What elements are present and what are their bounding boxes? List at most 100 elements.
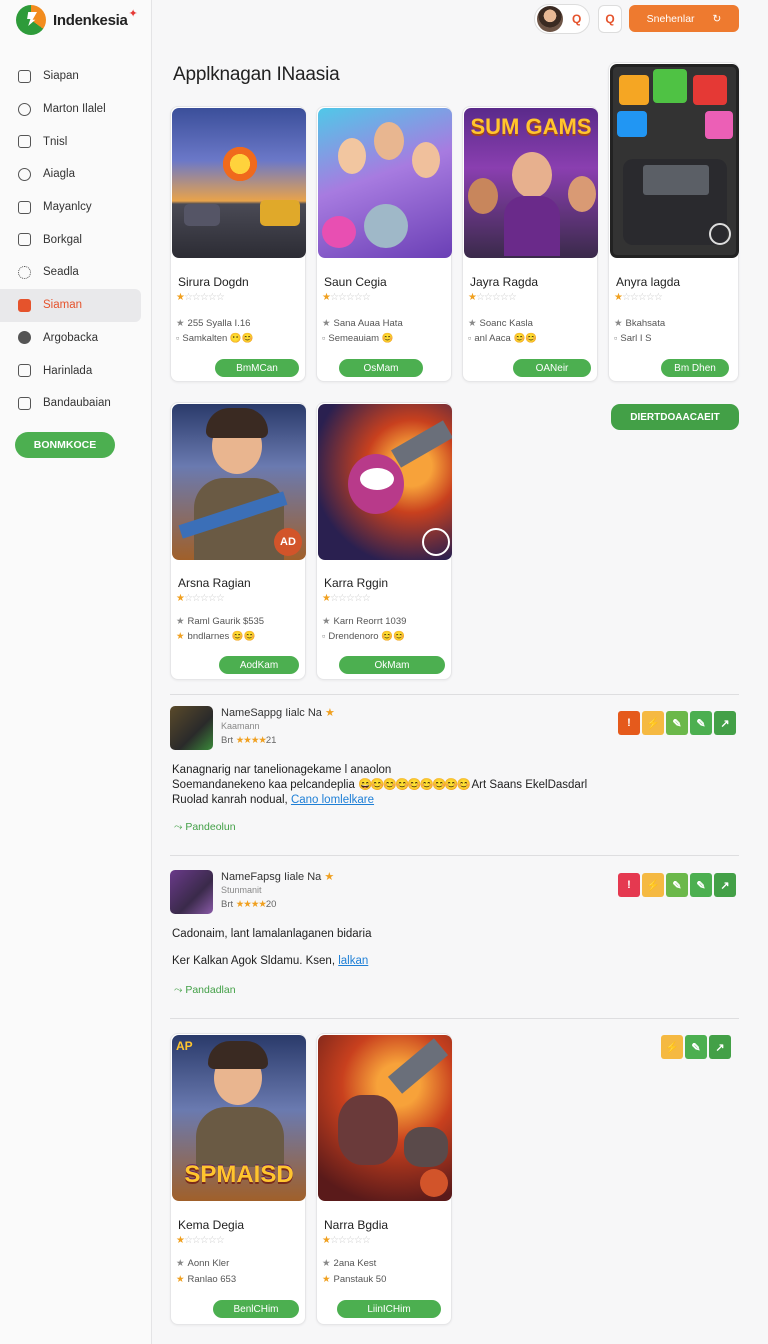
review-text: Soemandanekeno kaa pelcandeplia 😄😊😊😊😊😊😊😊… bbox=[172, 779, 588, 791]
app-thumbnail bbox=[318, 1035, 452, 1201]
reviewer-avatar bbox=[170, 706, 213, 750]
sidebar-item-harinlada[interactable]: Harinlada bbox=[0, 354, 152, 387]
edit-icon[interactable]: ✎ bbox=[685, 1035, 707, 1059]
reviewer-subtitle: Kaamann bbox=[221, 721, 260, 731]
app-badge: AD bbox=[274, 528, 302, 556]
app-meta: ★ Sana Auaa Hata bbox=[322, 318, 403, 329]
sidebar-item-tnisl[interactable]: Tnisl bbox=[0, 125, 152, 158]
app-meta: ★ Karn Reorrt 1039 bbox=[322, 616, 407, 627]
app-meta: ★ Panstauk 50 bbox=[322, 1274, 387, 1285]
bolt-icon[interactable]: ⚡ bbox=[642, 873, 664, 897]
edit-icon[interactable]: ✎ bbox=[666, 711, 688, 735]
flag-icon[interactable]: ! bbox=[618, 873, 640, 897]
brand-logo[interactable]: Indenkesia ✦ bbox=[16, 5, 138, 35]
app-rating: ★☆☆☆☆☆ bbox=[176, 593, 225, 604]
share-icon[interactable]: ↗ bbox=[714, 873, 736, 897]
app-badge: AP bbox=[176, 1039, 193, 1053]
sidebar-item-aiagla[interactable]: Aiagla bbox=[0, 158, 152, 191]
header-action-label: Snehenlar bbox=[646, 12, 695, 25]
review-text: Cadonaim, lant lamalanlaganen bidaria bbox=[172, 928, 372, 940]
app-install-button[interactable]: BmMCan bbox=[215, 359, 299, 377]
edit-icon[interactable]: ✎ bbox=[666, 873, 688, 897]
record-icon bbox=[420, 1169, 448, 1197]
sidebar-item-mayanlcy[interactable]: Mayanlcy bbox=[0, 191, 152, 224]
app-card[interactable]: AD Arsna Ragian ★☆☆☆☆☆ ★ Raml Gaurik $535… bbox=[170, 402, 306, 680]
sidebar-item-label: Borkgal bbox=[43, 233, 82, 246]
app-meta: ▫ Semeauiam 😊 bbox=[322, 333, 394, 344]
review-text: Kanagnarig nar tanelionagekame l anaolon bbox=[172, 764, 392, 776]
doc-icon bbox=[18, 135, 31, 149]
app-install-button[interactable]: OkMam bbox=[339, 656, 445, 674]
app-card[interactable]: AP SPMAISD Kema Degia ★☆☆☆☆☆ ★ Aonn Kler … bbox=[170, 1033, 306, 1325]
header-action-button[interactable]: Snehenlar ↻ bbox=[629, 5, 739, 32]
pointer-icon bbox=[422, 528, 450, 556]
sidebar-item-siaman[interactable]: Siaman bbox=[0, 288, 141, 322]
app-card[interactable]: Saun Cegia ★☆☆☆☆☆ ★ Sana Auaa Hata ▫ Semea… bbox=[316, 106, 452, 382]
app-name: Saun Cegia bbox=[324, 275, 387, 289]
app-card[interactable]: Karra Rggin ★☆☆☆☆☆ ★ Karn Reorrt 1039 ▫ Dr… bbox=[316, 402, 452, 680]
app-install-button[interactable]: Bm Dhen bbox=[661, 359, 729, 377]
app-card[interactable]: Sirura Dogdn ★☆☆☆☆☆ ★ 255 Syalla I.16 ▫ Sa… bbox=[170, 106, 306, 382]
app-card[interactable]: Anyra lagda ★☆☆☆☆☆ ★ Bkahsata ▫ Sarl I S B… bbox=[608, 62, 739, 382]
sidebar-item-label: Tnisl bbox=[43, 135, 68, 148]
app-install-button[interactable]: OANeir bbox=[513, 359, 591, 377]
app-name: Jayra Ragda bbox=[470, 275, 539, 289]
refresh-icon: ↻ bbox=[712, 12, 722, 25]
person-icon bbox=[18, 69, 31, 83]
reply-button[interactable]: ⤳ Pandadlan bbox=[174, 984, 236, 997]
sidebar-item-label: Harinlada bbox=[43, 364, 93, 377]
bolt-icon[interactable]: ⚡ bbox=[661, 1035, 683, 1059]
sidebar-item-bandaubaian[interactable]: Bandaubaian bbox=[0, 387, 152, 420]
app-meta: ▫ anl Aaca 😊😊 bbox=[468, 333, 538, 344]
app-title-art: SPMAISD bbox=[184, 1161, 294, 1188]
banner-title: SUM GAMS bbox=[470, 114, 592, 139]
flag-icon[interactable]: ! bbox=[618, 711, 640, 735]
review-link[interactable]: lalkan bbox=[338, 955, 368, 967]
reviewer-name: NameSappg Iialc Na ★ bbox=[221, 707, 335, 719]
app-meta: ★ 2ana Kest bbox=[322, 1258, 377, 1269]
target-icon bbox=[18, 331, 31, 345]
review-actions: ! ⚡ ✎ ✎ ↗ bbox=[618, 873, 736, 897]
avatar bbox=[537, 6, 563, 32]
circle-icon bbox=[18, 167, 31, 181]
review-link[interactable]: Cano lomlelkare bbox=[291, 794, 374, 806]
brand-name: Indenkesia bbox=[53, 11, 128, 29]
sidebar-item-label: Siaman bbox=[43, 299, 82, 312]
app-rating: ★☆☆☆☆☆ bbox=[614, 292, 663, 303]
app-name: Narra Bgdia bbox=[324, 1218, 389, 1232]
box-icon bbox=[18, 233, 31, 247]
sidebar-item-borkgal[interactable]: Borkgal bbox=[0, 223, 152, 256]
review-actions: ! ⚡ ✎ ✎ ↗ bbox=[618, 711, 736, 735]
sidebar-action-button[interactable]: BONMKOCE bbox=[15, 432, 115, 458]
app-thumbnail: AD bbox=[172, 404, 306, 560]
app-name: Sirura Dogdn bbox=[178, 275, 249, 289]
edit-icon[interactable]: ✎ bbox=[690, 873, 712, 897]
app-install-button[interactable]: OsMam bbox=[339, 359, 423, 377]
app-install-button[interactable]: BenlCHim bbox=[213, 1300, 299, 1318]
sidebar-item-argobacka[interactable]: Argobacka bbox=[0, 322, 152, 355]
sidebar-item-marton[interactable]: Marton Ilalel bbox=[0, 93, 152, 126]
share-icon[interactable]: ↗ bbox=[714, 711, 736, 735]
star-icon: ✦ bbox=[128, 7, 138, 20]
app-name: Anyra lagda bbox=[616, 275, 681, 289]
reply-button[interactable]: ⤳ Pandeolun bbox=[174, 821, 236, 834]
app-card[interactable]: SUM GAMS Jayra Ragda ★☆☆☆☆☆ ★ Soanc Kasla… bbox=[462, 106, 598, 382]
edit-icon[interactable]: ✎ bbox=[690, 711, 712, 735]
sidebar-item-label: Seadla bbox=[43, 266, 79, 279]
app-card[interactable]: Narra Bgdia ★☆☆☆☆☆ ★ 2ana Kest ★ Panstauk … bbox=[316, 1033, 452, 1325]
bolt-icon[interactable]: ⚡ bbox=[642, 711, 664, 735]
share-icon[interactable]: ↗ bbox=[709, 1035, 731, 1059]
notifications-button[interactable]: Q bbox=[598, 5, 622, 33]
divider bbox=[170, 855, 739, 856]
sidebar-item-seadla[interactable]: Seadla bbox=[0, 256, 152, 289]
app-meta: ★ Bkahsata bbox=[614, 318, 666, 329]
app-install-button[interactable]: LiinICHim bbox=[337, 1300, 441, 1318]
download-button[interactable]: DIERTDOAACAEIT bbox=[611, 404, 739, 430]
review-text: Ruolad kanrah nodual, Cano lomlelkare bbox=[172, 794, 375, 806]
user-menu[interactable]: Q bbox=[534, 4, 590, 34]
app-rating: ★☆☆☆☆☆ bbox=[176, 292, 225, 303]
sidebar-item-siapan[interactable]: Siapan bbox=[0, 60, 152, 93]
list-icon bbox=[18, 364, 31, 378]
app-install-button[interactable]: AodKam bbox=[219, 656, 299, 674]
app-thumbnail: SUM GAMS bbox=[464, 108, 598, 258]
